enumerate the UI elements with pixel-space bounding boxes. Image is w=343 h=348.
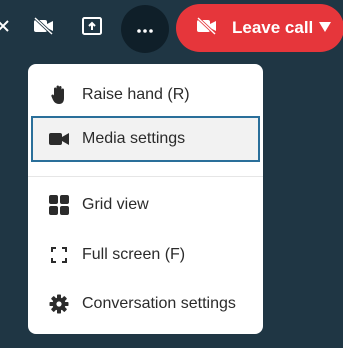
raise-hand-icon (48, 84, 70, 106)
partial-icon[interactable] (0, 14, 16, 38)
menu-item-conversation-settings[interactable]: Conversation settings (28, 281, 263, 327)
more-options-button[interactable] (121, 5, 169, 53)
leave-call-label: Leave call (232, 18, 314, 37)
menu-item-label: Conversation settings (82, 295, 236, 312)
more-options-menu: Raise hand (R) Media settings Grid view … (28, 64, 263, 334)
menu-item-label: Media settings (82, 130, 186, 147)
menu-item-media-settings[interactable]: Media settings (31, 116, 260, 162)
menu-divider (28, 176, 263, 177)
menu-item-label: Raise hand (R) (82, 86, 190, 103)
grid-icon (48, 194, 70, 216)
leave-call-button[interactable]: Leave call (176, 4, 343, 52)
video-off-icon (196, 16, 218, 40)
call-toolbar: Leave call (0, 0, 343, 60)
caret-down-icon (319, 19, 332, 37)
menu-item-full-screen[interactable]: Full screen (F) (28, 232, 263, 278)
menu-item-label: Grid view (82, 196, 149, 213)
share-screen-icon[interactable] (80, 14, 104, 38)
menu-item-label: Full screen (F) (82, 246, 186, 263)
fullscreen-icon (48, 244, 70, 266)
camera-icon (48, 128, 70, 150)
more-dots-icon (137, 20, 153, 38)
menu-item-grid-view[interactable]: Grid view (28, 182, 263, 228)
video-off-icon[interactable] (32, 14, 56, 38)
menu-item-raise-hand[interactable]: Raise hand (R) (28, 72, 263, 118)
gear-icon (48, 293, 70, 315)
